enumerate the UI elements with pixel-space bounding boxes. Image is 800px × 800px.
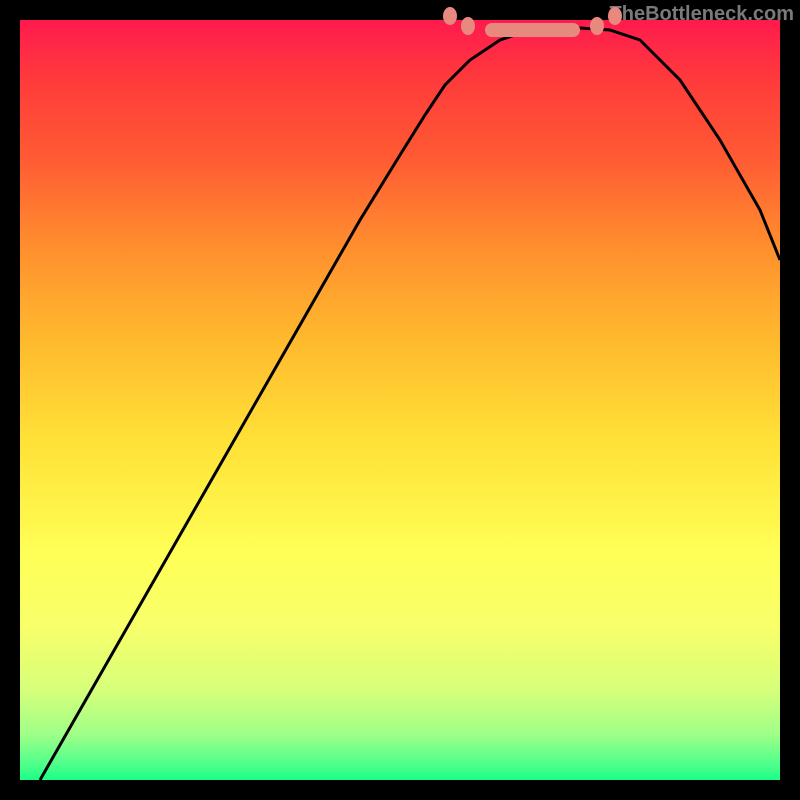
heat-gradient-background: [20, 20, 780, 780]
plot-area: [20, 20, 780, 780]
chart-frame: TheBottleneck.com: [0, 0, 800, 800]
